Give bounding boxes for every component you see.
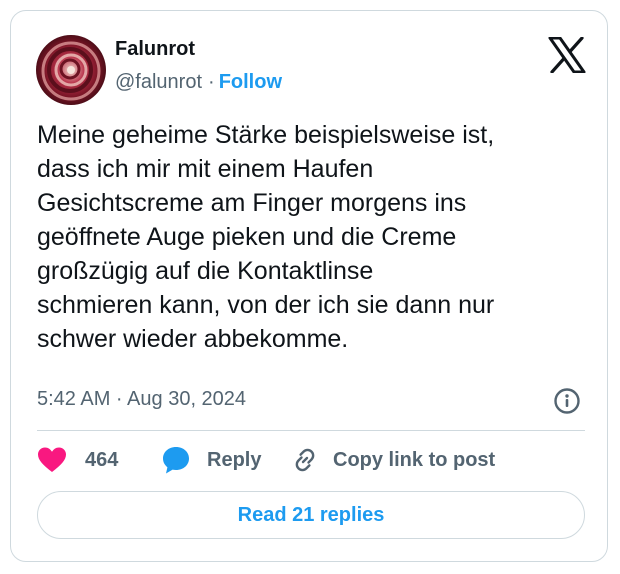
separator-dot: · xyxy=(208,71,215,93)
link-icon xyxy=(291,446,319,474)
reply-button[interactable]: Reply xyxy=(161,443,261,477)
tweet-card: Falunrot @falunrot · Follow Meine geheime … xyxy=(10,10,608,562)
tweet-timestamp[interactable]: 5:42 AM · Aug 30, 2024 xyxy=(37,386,246,412)
like-button[interactable]: 464 xyxy=(37,443,118,477)
heart-icon xyxy=(37,446,67,474)
follow-button[interactable]: Follow xyxy=(219,71,282,93)
divider xyxy=(37,430,585,431)
avatar[interactable] xyxy=(36,35,106,105)
info-icon[interactable] xyxy=(553,387,581,415)
speech-bubble-icon xyxy=(161,445,191,475)
read-replies-button[interactable]: Read 21 replies xyxy=(37,491,585,539)
like-count: 464 xyxy=(85,448,119,471)
x-logo-icon[interactable] xyxy=(548,36,586,74)
tweet-text: Meine geheime Stärke beispielsweise ist,… xyxy=(37,121,495,353)
copy-link-label: Copy link to post xyxy=(333,448,496,471)
author-handle[interactable]: @falunrot xyxy=(115,71,202,93)
reply-label: Reply xyxy=(207,448,262,471)
author-display-name[interactable]: Falunrot xyxy=(115,37,195,61)
copy-link-button[interactable]: Copy link to post xyxy=(291,443,495,477)
author-handle-row: @falunrot · Follow xyxy=(115,70,282,94)
